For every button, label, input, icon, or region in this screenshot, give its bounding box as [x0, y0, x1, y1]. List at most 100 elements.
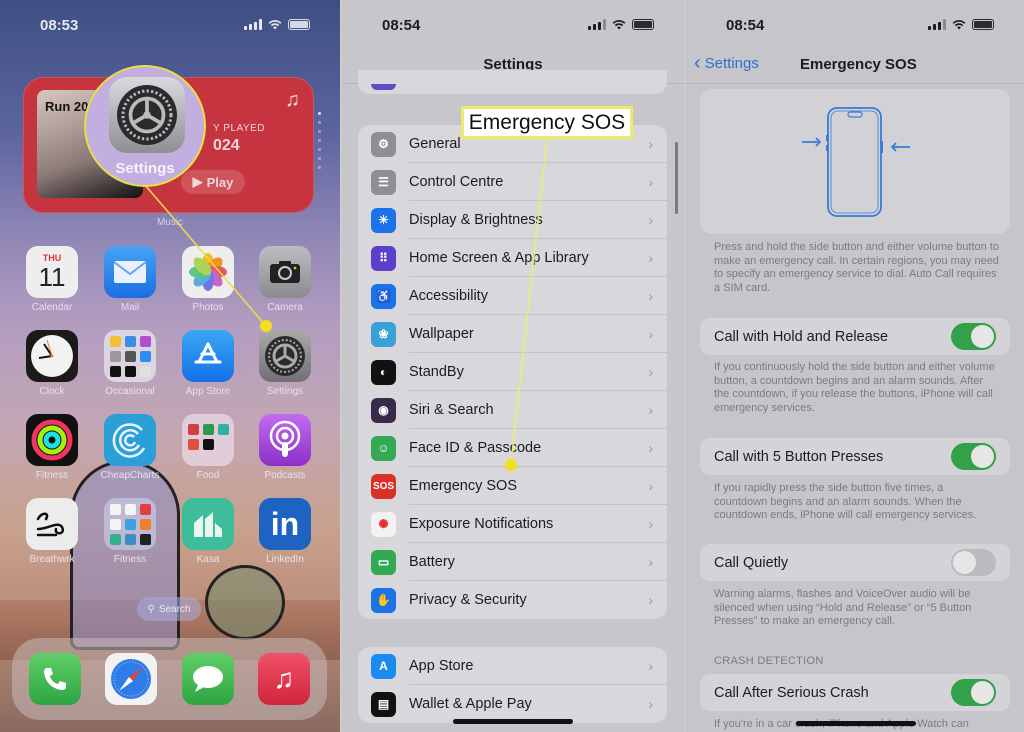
- app-label: Camera: [267, 302, 303, 313]
- app-folder-occasional[interactable]: Occasional: [104, 330, 156, 397]
- back-button[interactable]: ‹ Settings: [694, 52, 759, 74]
- toggles-icon: ☰: [371, 169, 396, 195]
- app-camera[interactable]: Camera: [259, 246, 311, 313]
- call-quietly-toggle[interactable]: [951, 549, 996, 576]
- settings-row-emergency-sos[interactable]: SOS Emergency SOS ›: [358, 467, 667, 505]
- app-podcasts[interactable]: Podcasts: [259, 414, 311, 481]
- chevron-right-icon: ›: [648, 364, 653, 380]
- status-time: 08:53: [40, 17, 79, 34]
- toggle-knob: [953, 551, 976, 574]
- app-clock[interactable]: Clock: [26, 330, 78, 397]
- chevron-right-icon: ›: [648, 326, 653, 342]
- home-indicator[interactable]: [796, 721, 916, 726]
- app-store-icon: A: [371, 653, 396, 679]
- settings-row-label: StandBy: [409, 364, 464, 380]
- settings-row-label: Wallet & Apple Pay: [409, 696, 532, 712]
- grid-icon: ⠿: [371, 245, 396, 271]
- five-button-footnote: If you rapidly press the side button fiv…: [714, 482, 977, 521]
- settings-row-siri-search[interactable]: ◉ Siri & Search ›: [358, 391, 667, 429]
- activity-rings-icon: [26, 414, 78, 466]
- toggle-knob: [971, 681, 994, 704]
- scrollbar[interactable]: [675, 142, 678, 214]
- app-label: Breathwrk: [29, 554, 75, 565]
- settings-row-wallet-apple-pay[interactable]: ▤ Wallet & Apple Pay ›: [358, 685, 667, 723]
- settings-panel: 08:54 Settings ⚙ General › ☰ Control Centre ›…: [342, 0, 684, 732]
- app-app-store[interactable]: App Store: [182, 330, 234, 397]
- chevron-right-icon: ›: [648, 288, 653, 304]
- settings-row-accessibility[interactable]: ♿ Accessibility ›: [358, 277, 667, 315]
- hold-release-toggle[interactable]: [951, 323, 996, 350]
- wifi-icon: [952, 19, 966, 30]
- setting-label: Call with 5 Button Presses: [714, 448, 884, 465]
- crash-toggle[interactable]: [951, 679, 996, 706]
- app-mail[interactable]: Mail: [104, 246, 156, 313]
- app-store-icon: [182, 330, 234, 382]
- settings-row-standby[interactable]: ◐ StandBy ›: [358, 353, 667, 391]
- kasa-icon: [182, 498, 234, 550]
- cellular-signal-icon: [244, 19, 262, 30]
- home-search-button[interactable]: ⚲ Search: [137, 597, 201, 621]
- app-folder-food[interactable]: Food: [182, 414, 234, 481]
- breath-icon: [26, 498, 78, 550]
- cheapcharts-icon: [104, 414, 156, 466]
- widget-page-dots: [318, 112, 321, 169]
- settings-row-privacy-security[interactable]: ✋ Privacy & Security ›: [358, 581, 667, 619]
- chevron-right-icon: ›: [648, 592, 653, 608]
- settings-row-wallpaper[interactable]: ❀ Wallpaper ›: [358, 315, 667, 353]
- settings-row-home-screen-app-library[interactable]: ⠿ Home Screen & App Library ›: [358, 239, 667, 277]
- settings-row-label: Emergency SOS: [409, 478, 517, 494]
- chevron-right-icon: ›: [648, 478, 653, 494]
- side-button-illustration: [700, 89, 1010, 234]
- settings-row-label: Exposure Notifications: [409, 516, 554, 532]
- chevron-right-icon: ›: [648, 696, 653, 712]
- settings-row-label: Siri & Search: [409, 402, 494, 418]
- app-kasa[interactable]: Kasa: [182, 498, 234, 565]
- app-fitness[interactable]: Fitness: [26, 414, 78, 481]
- folder-icon: [104, 330, 156, 382]
- settings-row-face-id-passcode[interactable]: ☺ Face ID & Passcode ›: [358, 429, 667, 467]
- app-breathwrk[interactable]: Breathwrk: [26, 498, 78, 565]
- accessibility-icon: ♿: [371, 283, 396, 309]
- phone-icon[interactable]: [29, 653, 81, 705]
- partial-row-icon: [371, 84, 396, 90]
- app-cheapcharts[interactable]: CheapCharts: [101, 414, 159, 481]
- wallpaper-turtle: [205, 565, 285, 640]
- settings-row-label: Accessibility: [409, 288, 488, 304]
- linkedin-icon: in: [259, 498, 311, 550]
- chevron-left-icon: ‹: [694, 52, 701, 74]
- sun-icon: ☀: [371, 207, 396, 233]
- settings-row-label: Wallpaper: [409, 326, 474, 342]
- music-note-icon[interactable]: ♫: [258, 653, 310, 705]
- app-label: Kasa: [196, 554, 220, 565]
- app-settings[interactable]: Settings: [259, 330, 311, 397]
- app-label: LinkedIn: [266, 554, 304, 565]
- app-folder-fitness[interactable]: Fitness: [104, 498, 156, 565]
- app-linkedin[interactable]: in LinkedIn: [259, 498, 311, 565]
- wifi-icon: [268, 19, 282, 30]
- widget-year: 024: [213, 137, 240, 154]
- settings-row-exposure-notifications[interactable]: ✺ Exposure Notifications ›: [358, 505, 667, 543]
- five-button-toggle[interactable]: [951, 443, 996, 470]
- chevron-right-icon: ›: [648, 440, 653, 456]
- message-icon[interactable]: [182, 653, 234, 705]
- settings-row-display-brightness[interactable]: ☀ Display & Brightness ›: [358, 201, 667, 239]
- app-label: Clock: [39, 386, 65, 397]
- podcasts-icon: [259, 414, 311, 466]
- home-indicator[interactable]: [453, 719, 573, 724]
- status-time: 08:54: [726, 17, 765, 34]
- settings-row-app-store[interactable]: A App Store ›: [358, 647, 667, 685]
- dock: ♫: [12, 638, 327, 720]
- app-photos[interactable]: Photos: [182, 246, 234, 313]
- chevron-right-icon: ›: [648, 212, 653, 228]
- clock-icon: [26, 330, 78, 382]
- settings-row-battery[interactable]: ▭ Battery ›: [358, 543, 667, 581]
- section-header: CRASH DETECTION: [714, 655, 824, 667]
- settings-row-control-centre[interactable]: ☰ Control Centre ›: [358, 163, 667, 201]
- cellular-signal-icon: [928, 19, 946, 30]
- intro-footnote: Press and hold the side button and eithe…: [714, 241, 999, 294]
- app-calendar[interactable]: THU 11 Calendar: [26, 246, 78, 313]
- settings-magnifier-callout: Settings: [84, 65, 206, 187]
- compass-icon[interactable]: [105, 653, 157, 705]
- status-bar: 08:53: [0, 14, 340, 38]
- settings-row-label: Display & Brightness: [409, 212, 543, 228]
